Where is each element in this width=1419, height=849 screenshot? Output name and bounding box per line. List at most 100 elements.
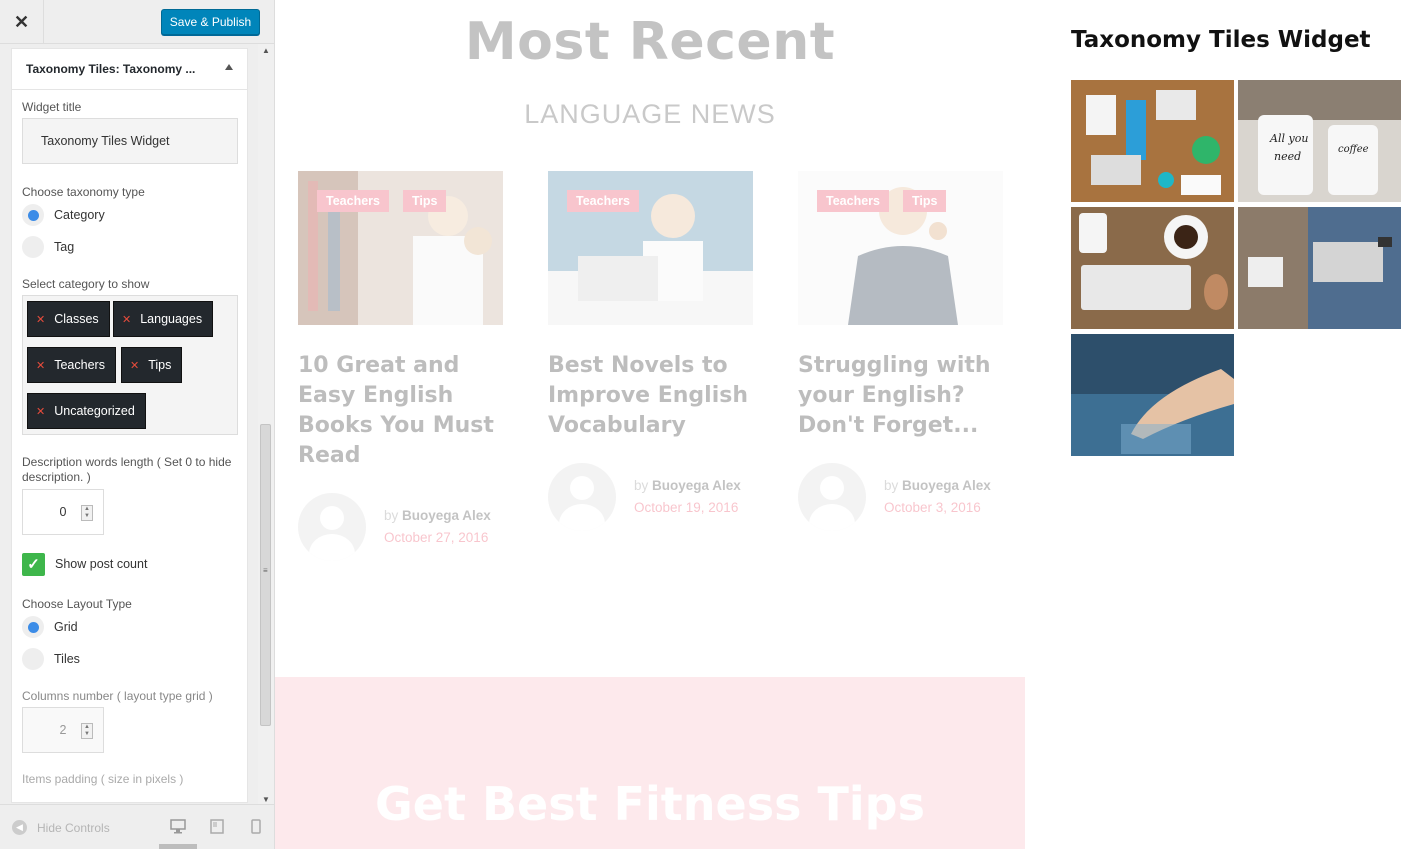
save-publish-button[interactable]: Save & Publish [161, 9, 260, 35]
post-thumbnail[interactable]: Teachers Tips [798, 171, 1003, 325]
radio-checked-icon[interactable] [22, 616, 44, 638]
layout-option-grid[interactable]: Grid [22, 611, 237, 643]
avatar [798, 463, 866, 531]
category-chip[interactable]: ✕ Teachers [27, 347, 116, 383]
hide-controls-button[interactable]: ◀ Hide Controls [12, 820, 110, 835]
customizer-footer: ◀ Hide Controls [0, 804, 274, 849]
post-date[interactable]: October 19, 2016 [634, 497, 741, 519]
collapse-icon: ◀ [12, 820, 27, 835]
post-title[interactable]: Struggling with your English? Don't Forg… [798, 351, 1003, 441]
author-name[interactable]: Buoyega Alex [652, 478, 741, 493]
remove-icon[interactable]: ✕ [36, 313, 45, 326]
taxonomy-tile[interactable]: All you need coffee [1238, 80, 1401, 202]
taxonomy-type-label: Choose taxonomy type [22, 185, 145, 199]
post-thumbnail[interactable]: Teachers Tips [298, 171, 503, 325]
post-title[interactable]: Best Novels to Improve English Vocabular… [548, 351, 753, 441]
taxonomy-option-tag[interactable]: Tag [22, 231, 237, 263]
touchscreen-finger-photo [1071, 334, 1234, 456]
show-post-count-label: Show post count [55, 557, 148, 571]
post-author: by Buoyega Alex October 27, 2016 [298, 493, 503, 561]
layout-option-label: Tiles [54, 652, 80, 666]
category-chip-label: Teachers [54, 358, 105, 372]
post-thumbnail[interactable]: Teachers [548, 171, 753, 325]
scroll-down-icon[interactable]: ▼ [262, 795, 270, 804]
columns-label: Columns number ( layout type grid ) [22, 689, 213, 703]
category-chip-label: Tips [148, 358, 172, 372]
svg-text:coffee: coffee [1338, 144, 1369, 155]
author-name[interactable]: Buoyega Alex [902, 478, 991, 493]
taxonomy-option-category[interactable]: Category [22, 199, 237, 231]
post-tag[interactable]: Tips [403, 190, 447, 212]
category-chip-label: Uncategorized [54, 404, 135, 418]
post-title[interactable]: 10 Great and Easy English Books You Must… [298, 351, 503, 471]
post-date[interactable]: October 3, 2016 [884, 497, 991, 519]
section-heading: Most Recent [464, 12, 836, 72]
columns-input[interactable]: 2 ▲ ▼ [22, 707, 104, 753]
customizer-sidebar: ✕ Save & Publish Taxonomy Tiles: Taxonom… [0, 0, 275, 849]
checkmark-icon[interactable]: ✓ [22, 552, 45, 576]
hide-controls-label: Hide Controls [37, 820, 110, 835]
category-multiselect[interactable]: ✕ Classes ✕ Languages ✕ Teachers ✕ Tips ✕ Unc… [22, 295, 238, 435]
taxonomy-tile[interactable] [1238, 207, 1401, 329]
desktop-preview-icon[interactable] [170, 819, 186, 834]
post-tag[interactable]: Tips [903, 190, 947, 212]
post-card[interactable]: Teachers Tips Struggling with your Engli… [798, 171, 1003, 531]
grip-icon: ≡ [263, 566, 268, 575]
category-chip-label: Languages [140, 312, 203, 326]
taxonomy-tile[interactable] [1071, 207, 1234, 329]
taxonomy-option-label: Category [54, 208, 105, 222]
widget-panel-title: Taxonomy Tiles: Taxonomy ... [26, 62, 196, 76]
post-author: by Buoyega Alex October 19, 2016 [548, 463, 753, 531]
spinner-icon[interactable]: ▲ ▼ [81, 505, 93, 521]
author-name[interactable]: Buoyega Alex [402, 508, 491, 523]
radio-unchecked-icon[interactable] [22, 236, 44, 258]
radio-unchecked-icon[interactable] [22, 648, 44, 670]
columns-value: 2 [59, 723, 67, 737]
taxonomy-tile[interactable] [1071, 334, 1234, 456]
laptop-user-photo [1238, 207, 1401, 329]
post-tag[interactable]: Teachers [317, 190, 389, 212]
radio-checked-icon[interactable] [22, 204, 44, 226]
show-post-count-toggle[interactable]: ✓ Show post count [22, 552, 237, 576]
widget-title-input[interactable]: Taxonomy Tiles Widget [22, 118, 238, 164]
category-chip-label: Classes [54, 312, 99, 326]
panel-scrollbar[interactable]: ▲ ≡ ▼ [258, 44, 274, 804]
layout-type-label: Choose Layout Type [22, 597, 132, 611]
by-label: by [884, 478, 899, 493]
scrollbar-thumb[interactable]: ≡ [260, 424, 271, 726]
by-label: by [634, 478, 649, 493]
select-category-label: Select category to show [22, 277, 150, 291]
caret-up-icon[interactable] [225, 64, 233, 70]
spinner-icon[interactable]: ▲ ▼ [81, 723, 93, 739]
post-card[interactable]: Teachers Best Novels to Improve English … [548, 171, 753, 531]
svg-text:need: need [1274, 150, 1301, 163]
active-device-indicator [159, 844, 197, 849]
category-chip[interactable]: ✕ Tips [121, 347, 183, 383]
post-card[interactable]: Teachers Tips 10 Great and Easy English … [298, 171, 503, 561]
post-date[interactable]: October 27, 2016 [384, 527, 491, 549]
post-tag[interactable]: Teachers [567, 190, 639, 212]
post-tag[interactable]: Teachers [817, 190, 889, 212]
layout-option-tiles[interactable]: Tiles [22, 643, 237, 675]
widget-panel-header[interactable]: Taxonomy Tiles: Taxonomy ... [12, 49, 247, 90]
remove-icon[interactable]: ✕ [36, 405, 45, 418]
by-label: by [384, 508, 399, 523]
section-subheading: LANGUAGE NEWS [524, 99, 776, 129]
close-icon[interactable]: ✕ [0, 0, 44, 44]
tablet-preview-icon[interactable] [209, 819, 225, 834]
mobile-preview-icon[interactable] [248, 819, 264, 834]
category-chip[interactable]: ✕ Languages [113, 301, 214, 337]
category-chip[interactable]: ✕ Uncategorized [27, 393, 146, 429]
remove-icon[interactable]: ✕ [130, 359, 139, 372]
banner-heading: Get Best Fitness Tips [375, 777, 925, 831]
desc-length-input[interactable]: 0 ▲ ▼ [22, 489, 104, 535]
layout-option-label: Grid [54, 620, 78, 634]
desk-workspace-photo [1071, 80, 1234, 202]
scroll-up-icon[interactable]: ▲ [262, 46, 270, 55]
remove-icon[interactable]: ✕ [122, 313, 131, 326]
category-chip[interactable]: ✕ Classes [27, 301, 110, 337]
desc-length-value: 0 [59, 505, 67, 519]
taxonomy-tile[interactable] [1071, 80, 1234, 202]
remove-icon[interactable]: ✕ [36, 359, 45, 372]
widget-heading: Taxonomy Tiles Widget [1071, 27, 1371, 53]
